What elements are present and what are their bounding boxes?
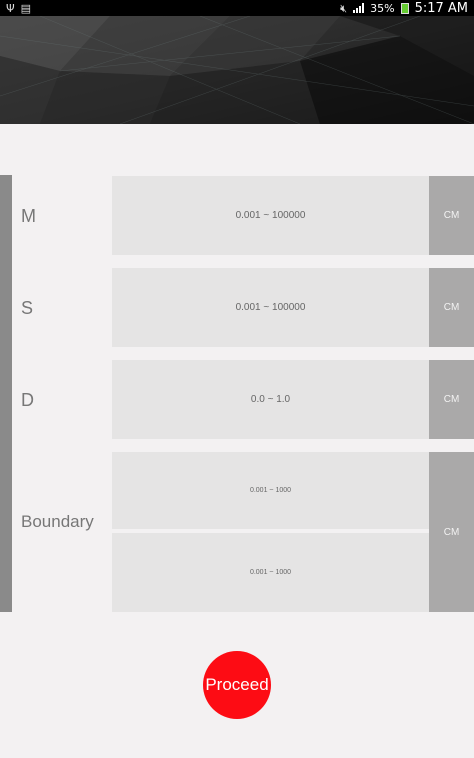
boundary-input-1[interactable]: 0.001 ~ 1000 (112, 452, 429, 529)
proceed-button[interactable]: Proceed (203, 651, 271, 719)
notification-icon: ▤ (20, 1, 32, 15)
s-input[interactable]: 0.001 ~ 100000 (112, 268, 429, 347)
d-unit-button[interactable]: CM (429, 360, 474, 439)
label-m: M (21, 206, 36, 226)
s-unit-button[interactable]: CM (429, 268, 474, 347)
polygon-background (0, 16, 474, 124)
battery-percentage: 35% (370, 1, 395, 15)
battery-icon (400, 2, 409, 14)
label-s: S (21, 298, 34, 318)
clock: 5:17 AM (414, 0, 468, 16)
usb-icon: Ψ (6, 1, 15, 15)
boundary-input-2[interactable]: 0.001 ~ 1000 (112, 533, 429, 612)
m-input[interactable]: 0.001 ~ 100000 (112, 176, 429, 255)
d-input[interactable]: 0.0 ~ 1.0 (112, 360, 429, 439)
status-bar: Ψ ▤ 🔇︎ 35% 5:17 AM (0, 0, 474, 16)
mute-icon: 🔇︎ (340, 1, 348, 15)
signal-icon (353, 3, 365, 13)
label-d: D (21, 390, 34, 410)
header-banner (0, 16, 474, 124)
label-boundary: Boundary (21, 512, 94, 531)
m-unit-button[interactable]: CM (429, 176, 474, 255)
accent-bar (0, 175, 12, 612)
boundary-unit-button[interactable]: CM (429, 452, 474, 612)
